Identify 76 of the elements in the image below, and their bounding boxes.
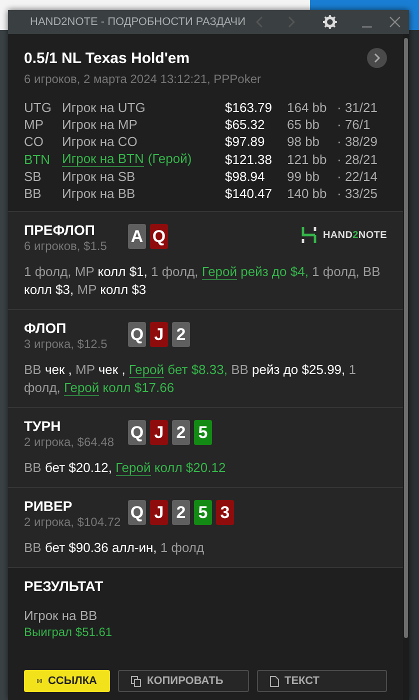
player-position: BTN [24, 152, 51, 166]
player-name: Игрок на BB [62, 186, 136, 201]
player-position: BB [24, 186, 42, 201]
playing-card: 2 [172, 322, 190, 347]
action-line: BB чек , MP чек , Герой бет $8.33, BB рейз до $25.99, 1 фолд, Герой колл $17.66 [24, 361, 357, 397]
player-stats: · 33/25 [337, 186, 378, 201]
player-stats: · 28/21 [337, 152, 378, 166]
scrollbar-thumb[interactable] [404, 38, 408, 638]
action-button[interactable]: ТЕКСТ [256, 670, 387, 692]
street-name: ФЛОП [24, 320, 68, 336]
playing-card: 3 [216, 500, 234, 525]
settings-icon[interactable] [323, 15, 338, 29]
playing-card: 2 [172, 500, 190, 525]
playing-card: 5 [194, 420, 212, 445]
link-icon [37, 676, 42, 686]
street-info: 2 игрока, $104.72 [24, 515, 122, 529]
street-info: 2 игрока, $64.48 [24, 435, 115, 449]
winner-name: Игрок на BB [24, 608, 98, 623]
player-stack: $140.47 [225, 186, 273, 201]
hero-tag: (Герой) [148, 151, 192, 167]
playing-card: Q [128, 420, 146, 445]
street-info: 6 игроков, $1.5 [24, 239, 108, 253]
action-button[interactable]: КОПИРОВАТЬ [118, 670, 248, 692]
player-stats: · 22/14 [337, 169, 378, 184]
player-position: CO [24, 134, 44, 149]
street-name: ТУРН [24, 418, 62, 434]
player-stack: $97.89 [225, 134, 266, 149]
street-info: 3 игрока, $12.5 [24, 337, 108, 351]
logo-text: HAND2NOTE [322, 230, 387, 240]
player-name[interactable]: Игрок на BTN [62, 151, 144, 167]
player-stack: $163.79 [225, 100, 273, 115]
player-stack: $65.32 [225, 117, 266, 132]
playing-card: 2 [172, 420, 190, 445]
document-icon [270, 676, 278, 686]
player-stack: $121.38 [225, 152, 273, 166]
window-title: HAND2NOTE - ПОДРОБНОСТИ РАЗДАЧИ [30, 16, 246, 28]
playing-card: J [150, 420, 168, 445]
next-button[interactable] [367, 48, 387, 68]
playing-card: 5 [194, 500, 212, 525]
street-name: ПРЕФЛОП [24, 222, 96, 238]
action-line: BB бет $90.36 алл-ин, 1 фолд [24, 539, 206, 557]
playing-card: Q [128, 500, 146, 525]
stack-bb: 98 bb [287, 134, 321, 149]
player-name: Игрок на SB [62, 169, 136, 184]
playing-card: J [150, 500, 168, 525]
chevron-right-icon [373, 53, 381, 63]
player-stats: · 38/29 [337, 134, 378, 149]
playing-card: Q [128, 322, 146, 347]
stack-bb: 65 bb [287, 117, 321, 132]
street-name: РИВЕР [24, 498, 74, 514]
result-title: РЕЗУЛЬТАТ [24, 578, 104, 594]
hand-info: 6 игроков, 2 марта 2024 13:12:21, PPPoker [24, 72, 262, 86]
player-stack: $98.94 [225, 169, 266, 184]
copy-icon [131, 676, 141, 686]
playing-card: Q [150, 224, 168, 249]
player-stats: · 76/1 [337, 117, 372, 132]
stack-bb: 140 bb [287, 186, 328, 201]
stack-bb: 164 bb [287, 100, 328, 115]
playing-card: A [128, 224, 146, 249]
player-position: UTG [24, 100, 52, 115]
player-name: Игрок на MP [62, 117, 138, 132]
player-name: Игрок на CO [62, 134, 138, 149]
game-title: 0.5/1 NL Texas Hold'em [24, 50, 190, 66]
player-position: SB [24, 169, 42, 184]
action-button[interactable]: ССЫЛКА [24, 670, 110, 692]
win-amount: Выиграл $51.61 [24, 625, 114, 639]
player-position: MP [24, 117, 44, 132]
stack-bb: 99 bb [287, 169, 321, 184]
player-name: Игрок на UTG [62, 100, 146, 115]
action-line: 1 фолд, MP колл $1, 1 фолд, Герой рейз до $4, 1 фолд, BB колл $3, MP колл $3 [24, 263, 382, 299]
player-stats: · 31/21 [337, 100, 378, 115]
logo-icon [300, 226, 317, 244]
playing-card: J [150, 322, 168, 347]
action-line: BB бет $20.12, Герой колл $20.12 [24, 459, 227, 477]
close-icon[interactable] [389, 16, 401, 28]
stack-bb: 121 bb [287, 152, 328, 166]
